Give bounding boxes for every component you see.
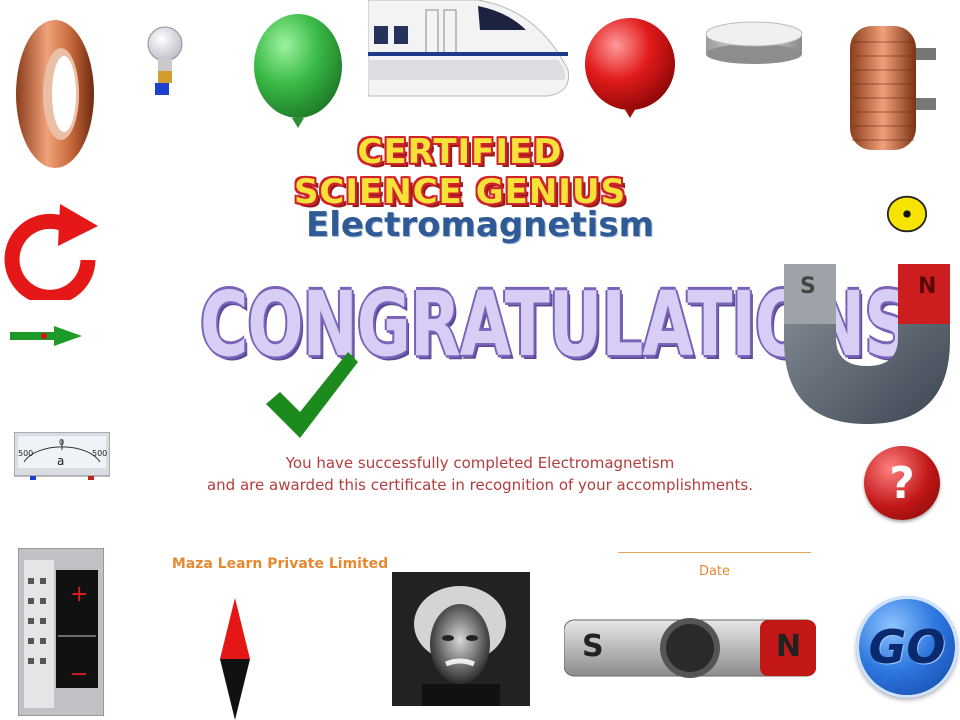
field-out-of-page-icon <box>886 195 928 233</box>
bullet-train-image <box>368 0 570 97</box>
meter-center-value: 0 <box>59 438 65 447</box>
power-supply-minus: − <box>70 662 89 687</box>
question-mark-icon: ? <box>889 457 915 509</box>
horseshoe-magnet-image: S N <box>782 262 952 426</box>
help-button[interactable]: ? <box>864 446 940 520</box>
go-button[interactable]: GO <box>856 596 958 698</box>
certified-science-genius-banner: CERTIFIED SCIENCE GENIUS <box>293 132 627 212</box>
certificate-subject-title: Electromagnetism <box>305 205 655 245</box>
meter-unit: a <box>57 454 65 468</box>
meter-left-value: 500 <box>18 449 34 458</box>
date-label: Date <box>698 564 731 579</box>
copper-coil-image <box>16 20 94 168</box>
certificate-message: You have successfully completed Electrom… <box>150 452 810 496</box>
green-balloon-image <box>254 14 342 128</box>
message-line-1: You have successfully completed Electrom… <box>285 454 675 472</box>
horseshoe-north-label: N <box>918 274 937 299</box>
date-signature-line <box>618 552 811 553</box>
compass-needle-icon <box>220 598 250 720</box>
message-line-2: and are awarded this certificate in reco… <box>206 476 754 494</box>
go-button-label: GO <box>868 620 946 674</box>
power-supply-image: + − <box>18 548 104 716</box>
bar-magnet-image: S N <box>564 616 816 680</box>
meter-image: 500 0 500 a <box>14 432 110 480</box>
power-supply-plus: + <box>70 582 89 607</box>
solenoid-coil-image <box>850 26 936 150</box>
rotation-arrow-icon <box>4 204 98 300</box>
company-name: Maza Learn Private Limited <box>171 556 389 572</box>
einstein-portrait-image <box>392 572 530 706</box>
checkmark-icon <box>266 352 358 438</box>
meter-right-value: 500 <box>92 449 108 458</box>
bar-magnet-north-label: N <box>776 629 802 664</box>
disc-magnet-image <box>705 21 803 64</box>
horseshoe-south-label: S <box>800 274 816 299</box>
bar-magnet-south-label: S <box>582 629 604 664</box>
red-balloon-image <box>585 18 675 118</box>
green-arrow-icon <box>10 326 82 346</box>
light-bulb-image <box>147 26 183 95</box>
